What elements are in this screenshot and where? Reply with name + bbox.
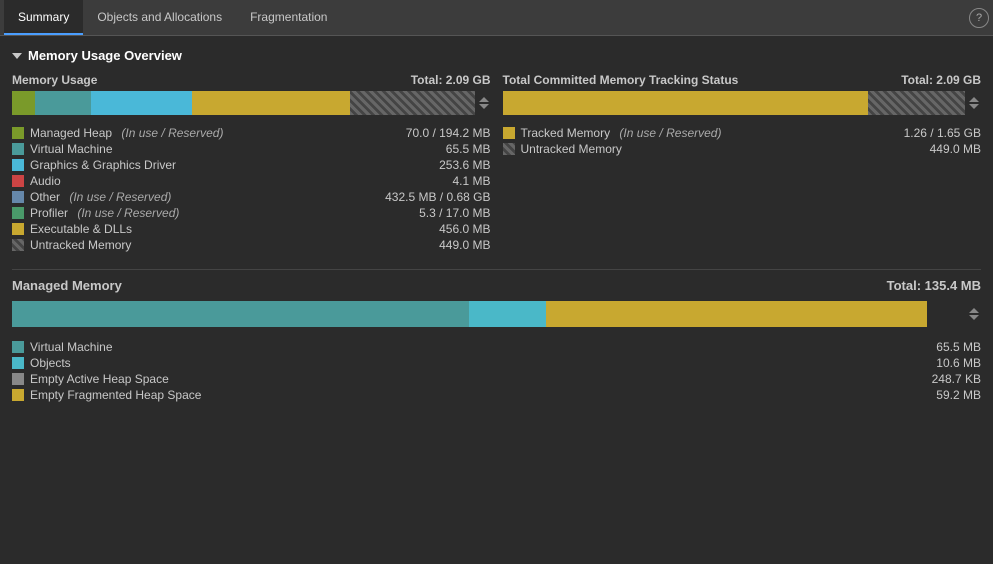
help-button[interactable]: ? bbox=[969, 8, 989, 28]
tab-bar: Summary Objects and Allocations Fragment… bbox=[0, 0, 993, 36]
scroll-arrows-committed bbox=[967, 97, 981, 109]
legend-managed-heap: Managed Heap (In use / Reserved) 70.0 / … bbox=[12, 125, 491, 141]
two-col-layout: Memory Usage Total: 2.09 GB bbox=[12, 73, 981, 253]
committed-memory-legend: Tracked Memory (In use / Reserved) 1.26 … bbox=[503, 125, 982, 157]
bar-managed-heap bbox=[12, 91, 35, 115]
collapse-triangle[interactable] bbox=[12, 53, 22, 59]
bar-graphics bbox=[91, 91, 193, 115]
scroll-down-managed[interactable] bbox=[969, 315, 979, 320]
legend-color-managed-heap bbox=[12, 127, 24, 139]
legend-graphics: Graphics & Graphics Driver 253.6 MB bbox=[12, 157, 491, 173]
bar-tracked bbox=[503, 91, 868, 115]
committed-memory-panel: Total Committed Memory Tracking Status T… bbox=[503, 73, 982, 253]
legend-color-managed-objects bbox=[12, 357, 24, 369]
scroll-down-committed[interactable] bbox=[969, 104, 979, 109]
memory-usage-legend: Managed Heap (In use / Reserved) 70.0 / … bbox=[12, 125, 491, 253]
managed-memory-legend: Virtual Machine 65.5 MB Objects 10.6 MB … bbox=[12, 339, 981, 403]
legend-color-vm bbox=[12, 143, 24, 155]
legend-tracked: Tracked Memory (In use / Reserved) 1.26 … bbox=[503, 125, 982, 141]
legend-managed-empty-active: Empty Active Heap Space 248.7 KB bbox=[12, 371, 981, 387]
bar-exe bbox=[192, 91, 349, 115]
legend-virtual-machine: Virtual Machine 65.5 MB bbox=[12, 141, 491, 157]
main-content: Memory Usage Overview Memory Usage Total… bbox=[0, 36, 993, 564]
managed-memory-header: Managed Memory Total: 135.4 MB bbox=[12, 278, 981, 293]
legend-color-managed-vm bbox=[12, 341, 24, 353]
bar-untracked bbox=[350, 91, 475, 115]
tab-summary[interactable]: Summary bbox=[4, 0, 83, 35]
tab-fragmentation[interactable]: Fragmentation bbox=[236, 0, 341, 35]
managed-bar-outer bbox=[12, 301, 981, 327]
managed-memory-bar bbox=[12, 301, 965, 327]
legend-color-profiler bbox=[12, 207, 24, 219]
bar-managed-vm bbox=[12, 301, 469, 327]
committed-memory-header: Total Committed Memory Tracking Status T… bbox=[503, 73, 982, 87]
scroll-up-arrow[interactable] bbox=[479, 97, 489, 102]
memory-usage-panel: Memory Usage Total: 2.09 GB bbox=[12, 73, 491, 253]
legend-color-tracked bbox=[503, 127, 515, 139]
legend-color-untracked-right bbox=[503, 143, 515, 155]
bar-untracked-right bbox=[868, 91, 965, 115]
legend-color-untracked-left bbox=[12, 239, 24, 251]
legend-color-empty-active bbox=[12, 373, 24, 385]
separator-line bbox=[12, 269, 981, 270]
legend-color-graphics bbox=[12, 159, 24, 171]
committed-bar-outer bbox=[503, 91, 982, 115]
section-header: Memory Usage Overview bbox=[12, 48, 981, 63]
legend-other: Other (In use / Reserved) 432.5 MB / 0.6… bbox=[12, 189, 491, 205]
memory-usage-bar-container bbox=[12, 91, 491, 115]
legend-color-audio bbox=[12, 175, 24, 187]
scroll-up-managed[interactable] bbox=[969, 308, 979, 313]
legend-color-exe bbox=[12, 223, 24, 235]
memory-usage-bar bbox=[12, 91, 475, 115]
bar-managed-objects bbox=[469, 301, 545, 327]
legend-color-fragmented bbox=[12, 389, 24, 401]
legend-untracked-right: Untracked Memory 449.0 MB bbox=[503, 141, 982, 157]
legend-managed-objects: Objects 10.6 MB bbox=[12, 355, 981, 371]
scroll-arrows-memory bbox=[477, 97, 491, 109]
bar-managed-fragmented bbox=[546, 301, 927, 327]
legend-profiler: Profiler (In use / Reserved) 5.3 / 17.0 … bbox=[12, 205, 491, 221]
bar-vm bbox=[35, 91, 91, 115]
legend-managed-vm: Virtual Machine 65.5 MB bbox=[12, 339, 981, 355]
scroll-arrows-managed bbox=[967, 308, 981, 320]
scroll-down-arrow[interactable] bbox=[479, 104, 489, 109]
scroll-up-committed[interactable] bbox=[969, 97, 979, 102]
tab-objects[interactable]: Objects and Allocations bbox=[83, 0, 236, 35]
memory-usage-header: Memory Usage Total: 2.09 GB bbox=[12, 73, 491, 87]
legend-audio: Audio 4.1 MB bbox=[12, 173, 491, 189]
legend-exe: Executable & DLLs 456.0 MB bbox=[12, 221, 491, 237]
legend-untracked-left: Untracked Memory 449.0 MB bbox=[12, 237, 491, 253]
legend-color-other bbox=[12, 191, 24, 203]
committed-bar bbox=[503, 91, 966, 115]
legend-managed-fragmented: Empty Fragmented Heap Space 59.2 MB bbox=[12, 387, 981, 403]
